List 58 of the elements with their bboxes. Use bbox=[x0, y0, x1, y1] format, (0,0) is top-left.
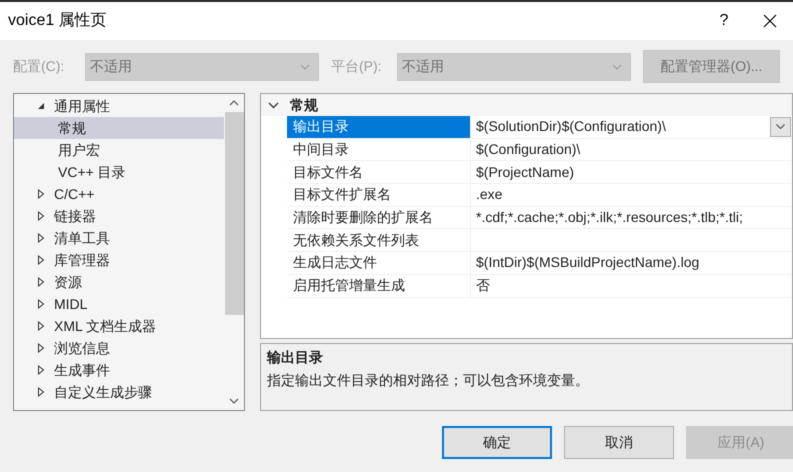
scroll-up-icon[interactable] bbox=[229, 100, 239, 106]
collapsed-triangle-icon[interactable] bbox=[37, 233, 45, 243]
collapsed-triangle-icon[interactable] bbox=[37, 211, 45, 221]
field-label: 配置(C): bbox=[13, 57, 66, 76]
collapsed-triangle-icon[interactable] bbox=[37, 277, 45, 287]
tree-item[interactable]: 链接器 bbox=[54, 206, 96, 226]
collapsed-triangle-icon[interactable] bbox=[37, 321, 45, 331]
property-name[interactable]: 目标文件扩展名 bbox=[287, 184, 471, 206]
dropdown-button[interactable] bbox=[770, 116, 791, 137]
collapsed-triangle-icon[interactable] bbox=[37, 189, 45, 199]
collapsed-triangle-icon[interactable] bbox=[37, 343, 45, 353]
scrollbar-thumb[interactable] bbox=[224, 112, 244, 315]
description-text: 指定输出文件目录的相对路径；可以包含环境变量。 bbox=[267, 371, 590, 390]
tree-item[interactable]: XML 文档生成器 bbox=[54, 316, 156, 336]
property-name[interactable]: 目标文件名 bbox=[287, 161, 471, 184]
scroll-down-icon[interactable] bbox=[229, 398, 239, 404]
chevron-down-icon bbox=[776, 124, 785, 130]
property-name[interactable]: 无依赖关系文件列表 bbox=[287, 229, 471, 252]
property-value[interactable]: $(ProjectName) bbox=[476, 162, 792, 183]
property-value[interactable]: $(IntDir)$(MSBuildProjectName).log bbox=[476, 252, 792, 274]
property-value[interactable]: *.cdf;*.cache;*.obj;*.ilk;*.resources;*.tlb;*.tli; bbox=[476, 207, 792, 228]
description-title: 输出目录 bbox=[267, 348, 324, 367]
tree-item[interactable]: 生成事件 bbox=[54, 360, 110, 380]
collapsed-triangle-icon[interactable] bbox=[37, 387, 45, 397]
property-name[interactable]: 中间目录 bbox=[287, 138, 471, 160]
property-name[interactable]: 启用托管增量生成 bbox=[287, 274, 471, 296]
collapsed-triangle-icon[interactable] bbox=[37, 255, 45, 265]
collapsed-triangle-icon[interactable] bbox=[37, 365, 45, 375]
property-value[interactable]: 否 bbox=[476, 275, 792, 296]
tree-item[interactable]: MIDL bbox=[54, 294, 88, 314]
property-name[interactable]: 输出目录 bbox=[287, 116, 471, 138]
tree-item[interactable]: 资源 bbox=[54, 272, 82, 292]
property-name[interactable]: 生成日志文件 bbox=[287, 252, 471, 274]
chevron-down-icon bbox=[300, 64, 310, 70]
category-label: 常规 bbox=[290, 96, 318, 114]
chevron-icon[interactable] bbox=[268, 102, 279, 108]
chevron-down-icon bbox=[612, 64, 622, 70]
collapsed-triangle-icon[interactable] bbox=[37, 299, 45, 309]
window-title: voice1 属性页 bbox=[8, 11, 107, 31]
help-button[interactable]: ? bbox=[701, 2, 747, 40]
tree-item[interactable]: 通用属性 bbox=[54, 96, 110, 116]
tree-item[interactable]: 浏览信息 bbox=[54, 338, 110, 358]
tree-item[interactable]: 常规 bbox=[14, 117, 224, 139]
dialog-button[interactable]: 确定 bbox=[442, 426, 552, 459]
close-icon bbox=[763, 14, 777, 28]
property-value[interactable]: $(SolutionDir)$(Configuration)\ bbox=[476, 116, 770, 138]
tree-item[interactable]: 库管理器 bbox=[54, 250, 110, 270]
dialog-button[interactable]: 取消 bbox=[564, 426, 674, 459]
property-value[interactable]: .exe bbox=[476, 184, 792, 206]
expanded-triangle-icon[interactable] bbox=[37, 101, 45, 111]
field-label: 平台(P): bbox=[331, 57, 383, 76]
tree-item[interactable]: C/C++ bbox=[54, 184, 94, 204]
tree-item[interactable]: VC++ 目录 bbox=[14, 161, 224, 183]
tree-item[interactable]: 自定义生成步骤 bbox=[54, 382, 152, 402]
property-name[interactable]: 清除时要删除的扩展名 bbox=[287, 206, 471, 228]
tree-item[interactable]: 清单工具 bbox=[54, 228, 110, 248]
tree-item[interactable]: 用户宏 bbox=[14, 139, 224, 161]
property-value[interactable]: $(Configuration)\ bbox=[476, 139, 792, 160]
